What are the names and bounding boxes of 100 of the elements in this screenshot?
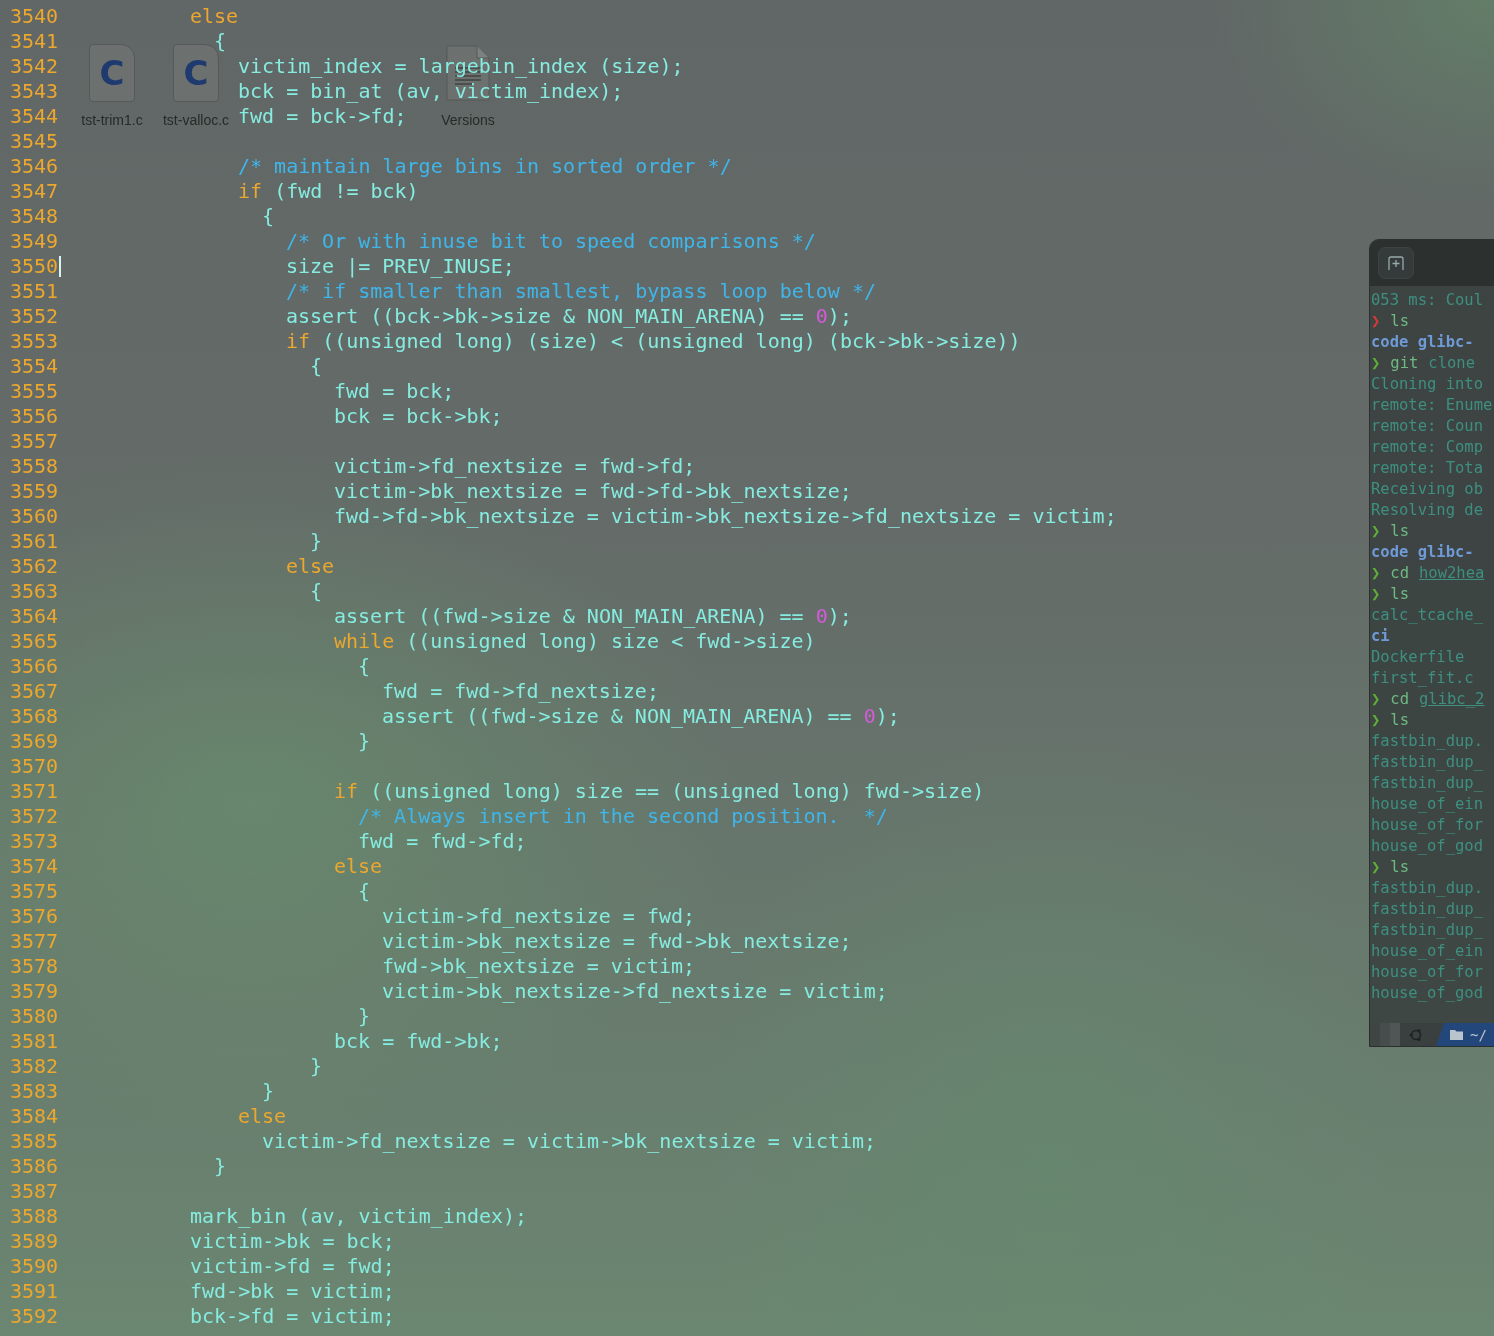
line-number: 3551 (10, 279, 58, 304)
line-number: 3560 (10, 504, 58, 529)
code-line: victim->bk_nextsize->fd_nextsize = victim; (382, 979, 888, 1004)
code-line: fwd = fwd->fd; (358, 829, 527, 854)
code-line: fwd->fd->bk_nextsize = victim->bk_nextsize->fd_nextsize = victim; (334, 504, 1117, 529)
line-number: 3569 (10, 729, 58, 754)
code-line: if ((unsigned long) (size) < (unsigned long) (bck->bk->size)) (286, 329, 1021, 354)
code-line: if (fwd != bck) (238, 179, 419, 204)
code-line: victim->fd_nextsize = fwd; (382, 904, 696, 929)
line-number: 3581 (10, 1029, 58, 1054)
new-tab-button[interactable] (1378, 247, 1414, 279)
line-number: 3576 (10, 904, 58, 929)
terminal-command: git (1390, 353, 1419, 374)
line-number: 3590 (10, 1254, 58, 1279)
directory-listing: code glibc- (1371, 332, 1474, 353)
code-line: victim->fd_nextsize = victim->bk_nextsize = victim; (262, 1129, 877, 1154)
code-line: fwd = bck; (334, 379, 455, 404)
line-number: 3552 (10, 304, 58, 329)
terminal-output: house_of_god (1371, 836, 1483, 857)
terminal-output: Cloning into (1371, 374, 1483, 395)
line-number: 3570 (10, 754, 58, 779)
terminal-output: fastbin_dup_ (1371, 899, 1483, 920)
terminal-output: remote: Coun (1371, 416, 1483, 437)
line-number: 3544 (10, 104, 58, 129)
line-number: 3541 (10, 29, 58, 54)
terminal-output: fastbin_dup_ (1371, 920, 1483, 941)
path-link[interactable]: glibc_2 (1419, 689, 1485, 710)
code-line: /* Or with inuse bit to speed comparisons */ (286, 229, 816, 254)
line-number: 3588 (10, 1204, 58, 1229)
code-line: } (214, 1154, 227, 1179)
prompt-symbol: ❯ (1371, 689, 1381, 710)
line-number: 3564 (10, 604, 58, 629)
code-line: } (358, 729, 371, 754)
code-line: { (358, 654, 371, 679)
code-line: victim->bk_nextsize = fwd->bk_nextsize; (382, 929, 852, 954)
prompt-symbol: ❯ (1371, 584, 1381, 605)
terminal-output: fastbin_dup_ (1371, 752, 1483, 773)
code-line: while ((unsigned long) size < fwd->size) (334, 629, 816, 654)
line-number: 3587 (10, 1179, 58, 1204)
terminal-output: Resolving de (1371, 500, 1483, 521)
file-label[interactable]: tst-trim1.c (81, 112, 143, 128)
new-tab-icon (1388, 256, 1404, 270)
line-number: 3591 (10, 1279, 58, 1304)
line-number: 3546 (10, 154, 58, 179)
line-number: 3562 (10, 554, 58, 579)
terminal-output: house_of_ein (1371, 794, 1483, 815)
line-number: 3549 (10, 229, 58, 254)
c-file-icon[interactable]: C (89, 44, 135, 102)
line-number: 3565 (10, 629, 58, 654)
line-number: 3545 (10, 129, 58, 154)
os-logo-icon (1408, 1026, 1424, 1043)
line-number: 3571 (10, 779, 58, 804)
line-number: 3567 (10, 679, 58, 704)
code-line: mark_bin (av, victim_index); (190, 1204, 528, 1229)
line-number: 3558 (10, 454, 58, 479)
terminal-command: ls (1390, 584, 1409, 605)
path-link[interactable]: how2hea (1419, 563, 1485, 584)
line-number: 3580 (10, 1004, 58, 1029)
code-line: fwd = bck->fd; (238, 104, 407, 129)
prompt-symbol: ❯ (1371, 311, 1381, 332)
line-number: 3556 (10, 404, 58, 429)
code-line: assert ((fwd->size & NON_MAIN_ARENA) == 0); (334, 604, 852, 629)
terminal-output: remote: Comp (1371, 437, 1483, 458)
text-cursor (59, 256, 61, 277)
file-label[interactable]: Versions (441, 112, 495, 128)
line-number: 3592 (10, 1304, 58, 1329)
code-line: bck = bck->bk; (334, 404, 503, 429)
code-line: } (310, 1054, 323, 1079)
line-number: 3547 (10, 179, 58, 204)
line-number: 3572 (10, 804, 58, 829)
terminal-command: cd (1390, 563, 1409, 584)
line-number: 3584 (10, 1104, 58, 1129)
c-file-icon[interactable]: C (173, 44, 219, 102)
code-line: { (310, 579, 323, 604)
terminal-output: remote: Tota (1371, 458, 1483, 479)
code-line: bck = fwd->bk; (334, 1029, 503, 1054)
terminal-output: house_of_for (1371, 962, 1483, 983)
line-number: 3543 (10, 79, 58, 104)
code-line: } (310, 529, 323, 554)
line-number: 3577 (10, 929, 58, 954)
code-line: victim_index = largebin_index (size); (238, 54, 684, 79)
terminal-output: first_fit.c (1371, 668, 1474, 689)
prompt-symbol: ❯ (1371, 710, 1381, 731)
code-line: victim->bk = bck; (190, 1229, 395, 1254)
code-line: victim->fd = fwd; (190, 1254, 395, 1279)
terminal-output: house_of_god (1371, 983, 1483, 1004)
file-label[interactable]: tst-valloc.c (162, 112, 230, 128)
terminal-command: ls (1390, 857, 1409, 878)
terminal-output: fastbin_dup_ (1371, 773, 1483, 794)
terminal-command: ls (1390, 521, 1409, 542)
code-line: { (358, 879, 371, 904)
code-line: } (262, 1079, 275, 1104)
code-line: { (262, 204, 275, 229)
line-number: 3582 (10, 1054, 58, 1079)
terminal-output: house_of_ein (1371, 941, 1483, 962)
prompt-symbol: ❯ (1371, 353, 1381, 374)
line-number: 3553 (10, 329, 58, 354)
code-line: bck->fd = victim; (190, 1304, 395, 1329)
command-argument: clone (1428, 353, 1475, 374)
line-number: 3575 (10, 879, 58, 904)
